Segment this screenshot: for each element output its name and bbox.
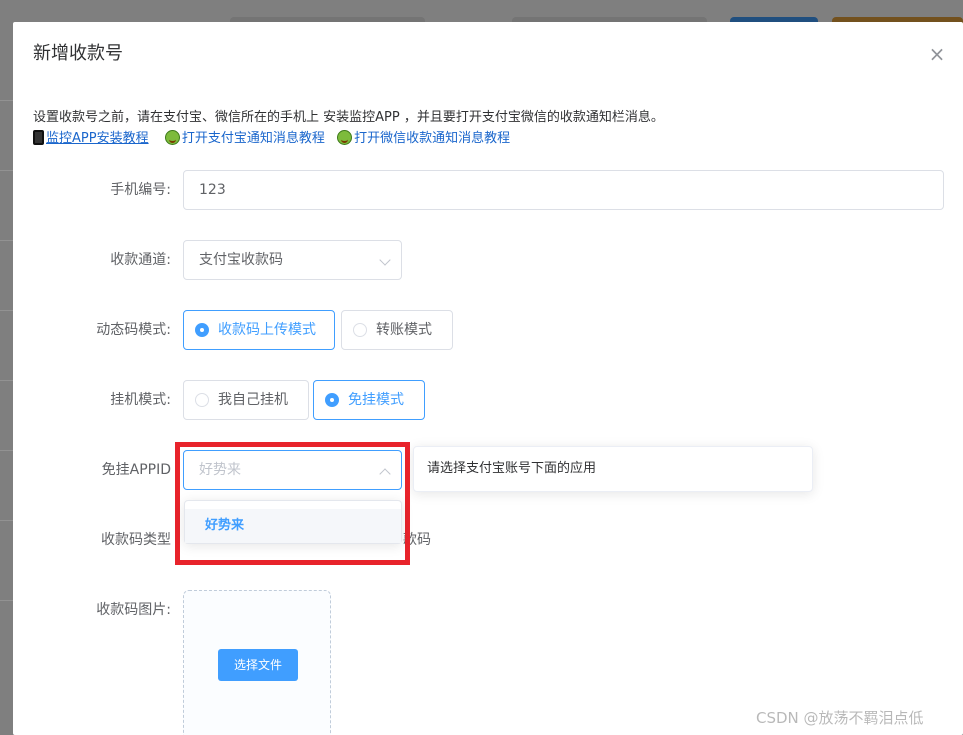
radio-self-hang-label: 我自己挂机 [218,392,288,408]
background-divider [0,170,14,171]
code-type-label: 收款码类型 [101,532,171,548]
radio-transfer-mode[interactable]: 转账模式 [341,310,453,350]
green-face-icon [164,130,180,145]
channel-select-value: 支付宝收款码 [199,252,283,268]
background-divider [0,100,14,101]
monitor-app-tutorial-link[interactable]: 监控APP安装教程 [46,131,149,146]
code-image-upload-area[interactable]: 选择文件 [183,590,331,735]
radio-unchecked-icon [353,323,367,337]
select-file-button[interactable]: 选择文件 [218,649,298,681]
tutorial-links: 监控APP安装教程 打开支付宝通知消息教程 打开微信收款通知消息教程 [33,129,510,149]
dynamic-mode-label: 动态码模式: [96,322,171,338]
background-divider [0,240,14,241]
green-face-icon [337,130,353,145]
radio-transfer-mode-label: 转账模式 [376,322,432,338]
appid-dropdown: 好势来 [184,500,402,544]
background-divider [0,380,14,381]
appid-tooltip: 请选择支付宝账号下面的应用 [413,446,813,492]
setup-notice: 设置收款号之前，请在支付宝、微信所在的手机上 安装监控APP ，并且要打开支付宝… [33,110,664,125]
radio-unchecked-icon [195,393,209,407]
alipay-notification-tutorial-link[interactable]: 打开支付宝通知消息教程 [182,131,325,146]
hang-mode-label: 挂机模式: [110,392,171,408]
radio-checked-icon [195,323,209,337]
appid-dropdown-option[interactable]: 好势来 [185,509,401,543]
csdn-watermark: CSDN @放荡不羁泪点低 [756,709,924,727]
background-divider [0,450,14,451]
add-payment-account-dialog: 新增收款号 × 设置收款号之前，请在支付宝、微信所在的手机上 安装监控APP ，… [13,22,963,735]
mobile-phone-icon [33,130,44,145]
channel-label: 收款通道: [110,252,171,268]
radio-upload-mode-label: 收款码上传模式 [218,322,316,338]
radio-upload-mode[interactable]: 收款码上传模式 [183,310,335,350]
close-icon[interactable]: × [927,44,947,64]
phone-no-input[interactable]: 123 [183,170,944,210]
radio-free-hang-label: 免挂模式 [348,392,404,408]
radio-checked-icon [325,393,339,407]
wechat-notification-tutorial-link[interactable]: 打开微信收款通知消息教程 [354,131,510,146]
dialog-title: 新增收款号 [33,43,123,64]
radio-free-hang[interactable]: 免挂模式 [313,380,425,420]
background-divider [0,520,14,521]
background-divider [0,600,14,601]
appid-label: 免挂APPID [101,462,171,478]
radio-self-hang[interactable]: 我自己挂机 [183,380,309,420]
code-image-label: 收款码图片: [96,602,171,618]
phone-no-label: 手机编号: [110,182,171,198]
chevron-down-icon [379,254,391,266]
channel-select[interactable]: 支付宝收款码 [183,240,402,280]
background-divider [0,310,14,311]
